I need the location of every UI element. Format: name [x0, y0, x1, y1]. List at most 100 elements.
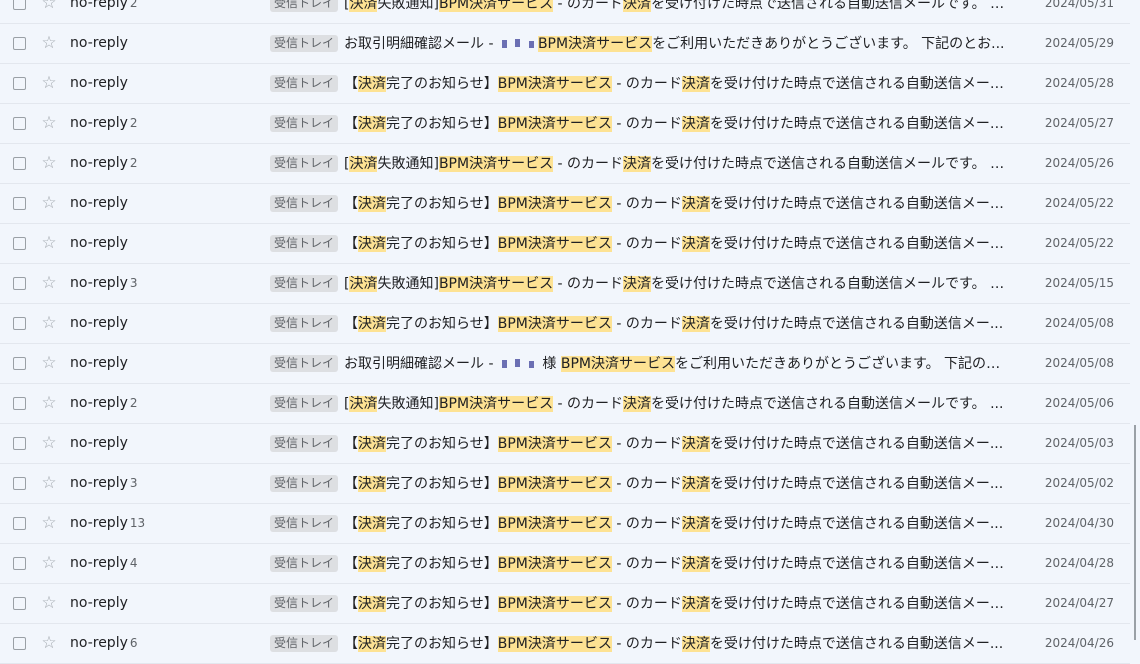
- search-highlight: 決済: [681, 316, 710, 332]
- subject-text: を受け付けた時点で送信される自動送信メール...: [709, 116, 1012, 132]
- search-highlight: BPM決済サービス: [537, 36, 653, 52]
- checkbox-icon[interactable]: [13, 197, 26, 210]
- email-row[interactable]: ☆ no-reply 受信トレイ お取引明細確認メール - 様 BPM決済サービスをご…: [0, 344, 1130, 384]
- subject-text: 【: [344, 636, 358, 652]
- search-highlight: 決済: [358, 556, 386, 572]
- inbox-label-badge[interactable]: 受信トレイ: [270, 235, 339, 252]
- inbox-label-badge[interactable]: 受信トレイ: [270, 355, 339, 372]
- email-row[interactable]: ☆ no-reply 2 受信トレイ [決済失敗通知]BPM決済サービス - のカード決…: [0, 384, 1130, 424]
- received-date: 2024/05/02: [1044, 476, 1114, 490]
- checkbox-icon[interactable]: [13, 77, 26, 90]
- checkbox-icon[interactable]: [13, 117, 26, 130]
- star-icon[interactable]: ☆: [40, 514, 58, 532]
- email-row[interactable]: ☆ no-reply 受信トレイ 【決済完了のお知らせ】BPM決済サービス - のカー…: [0, 64, 1130, 104]
- search-highlight: 決済: [349, 396, 378, 412]
- email-row[interactable]: ☆ no-reply 6 受信トレイ 【決済完了のお知らせ】BPM決済サービス - のカ…: [0, 624, 1130, 664]
- subject-snippet: [決済失敗通知]BPM決済サービス - のカード決済を受け付けた時点で送信される…: [344, 394, 1012, 414]
- sender: no-reply 2: [70, 395, 138, 411]
- inbox-label-badge[interactable]: 受信トレイ: [270, 0, 339, 12]
- inbox-label-badge[interactable]: 受信トレイ: [270, 75, 339, 92]
- received-date: 2024/05/31: [1044, 0, 1114, 10]
- inbox-label-badge[interactable]: 受信トレイ: [270, 395, 339, 412]
- star-icon[interactable]: ☆: [40, 114, 58, 132]
- scrollbar[interactable]: [1134, 425, 1136, 640]
- inbox-label-badge[interactable]: 受信トレイ: [270, 155, 339, 172]
- email-row[interactable]: ☆ no-reply 2 受信トレイ [決済失敗通知]BPM決済サービス - のカード決…: [0, 0, 1130, 24]
- star-icon[interactable]: ☆: [40, 434, 58, 452]
- checkbox-icon[interactable]: [13, 637, 26, 650]
- email-row[interactable]: ☆ no-reply 受信トレイ 【決済完了のお知らせ】BPM決済サービス - のカー…: [0, 304, 1130, 344]
- checkbox-icon[interactable]: [13, 237, 26, 250]
- inbox-label-badge[interactable]: 受信トレイ: [270, 515, 339, 532]
- star-icon[interactable]: ☆: [40, 474, 58, 492]
- star-icon[interactable]: ☆: [40, 34, 58, 52]
- star-icon[interactable]: ☆: [40, 594, 58, 612]
- search-highlight: 決済: [681, 236, 710, 252]
- email-row[interactable]: ☆ no-reply 2 受信トレイ [決済失敗通知]BPM決済サービス - のカード決…: [0, 144, 1130, 184]
- email-row[interactable]: ☆ no-reply 13 受信トレイ 【決済完了のお知らせ】BPM決済サービス - の…: [0, 504, 1130, 544]
- checkbox-icon[interactable]: [13, 157, 26, 170]
- received-date: 2024/04/27: [1044, 596, 1114, 610]
- email-row[interactable]: ☆ no-reply 受信トレイ 【決済完了のお知らせ】BPM決済サービス - のカー…: [0, 424, 1130, 464]
- checkbox-icon[interactable]: [13, 597, 26, 610]
- checkbox-icon[interactable]: [13, 557, 26, 570]
- star-icon[interactable]: ☆: [40, 154, 58, 172]
- star-icon[interactable]: ☆: [40, 274, 58, 292]
- inbox-label-badge[interactable]: 受信トレイ: [270, 475, 339, 492]
- star-icon[interactable]: ☆: [40, 554, 58, 572]
- checkbox-icon[interactable]: [13, 317, 26, 330]
- email-row[interactable]: ☆ no-reply 2 受信トレイ 【決済完了のお知らせ】BPM決済サービス - のカ…: [0, 104, 1130, 144]
- received-date: 2024/05/08: [1044, 316, 1114, 330]
- star-icon[interactable]: ☆: [40, 74, 58, 92]
- email-row[interactable]: ☆ no-reply 受信トレイ 【決済完了のお知らせ】BPM決済サービス - のカー…: [0, 224, 1130, 264]
- subject-snippet: 【決済完了のお知らせ】BPM決済サービス - のカード決済を受け付けた時点で送信…: [344, 74, 1012, 94]
- search-highlight: 決済: [681, 76, 710, 92]
- inbox-label-badge[interactable]: 受信トレイ: [270, 435, 339, 452]
- checkbox-icon[interactable]: [13, 477, 26, 490]
- received-date: 2024/05/15: [1044, 276, 1114, 290]
- checkbox-icon[interactable]: [13, 397, 26, 410]
- subject-text: - のカード: [611, 236, 682, 252]
- email-row[interactable]: ☆ no-reply 受信トレイ お取引明細確認メール - BPM決済サービスをご利用…: [0, 24, 1130, 64]
- inbox-label-badge[interactable]: 受信トレイ: [270, 195, 339, 212]
- thread-count: 3: [129, 476, 138, 490]
- inbox-label-badge[interactable]: 受信トレイ: [270, 315, 339, 332]
- thread-count: 6: [129, 636, 138, 650]
- subject-snippet: 【決済完了のお知らせ】BPM決済サービス - のカード決済を受け付けた時点で送信…: [344, 474, 1012, 494]
- inbox-label-badge[interactable]: 受信トレイ: [270, 635, 339, 652]
- star-icon[interactable]: ☆: [40, 0, 58, 12]
- inbox-label-badge[interactable]: 受信トレイ: [270, 115, 339, 132]
- star-icon[interactable]: ☆: [40, 314, 58, 332]
- sender-name: no-reply: [70, 235, 128, 251]
- inbox-label-badge[interactable]: 受信トレイ: [270, 595, 339, 612]
- inbox-label-badge[interactable]: 受信トレイ: [270, 555, 339, 572]
- email-row[interactable]: ☆ no-reply 受信トレイ 【決済完了のお知らせ】BPM決済サービス - のカー…: [0, 584, 1130, 624]
- subject-text: を受け付けた時点で送信される自動送信メー...: [709, 636, 1004, 652]
- subject-snippet: 【決済完了のお知らせ】BPM決済サービス - のカード決済を受け付けた時点で送信…: [344, 194, 1012, 214]
- checkbox-icon[interactable]: [13, 437, 26, 450]
- star-icon[interactable]: ☆: [40, 394, 58, 412]
- email-row[interactable]: ☆ no-reply 3 受信トレイ [決済失敗通知]BPM決済サービス - のカード決…: [0, 264, 1130, 304]
- star-icon[interactable]: ☆: [40, 194, 58, 212]
- search-highlight: BPM決済サービス: [560, 356, 675, 372]
- email-row[interactable]: ☆ no-reply 受信トレイ 【決済完了のお知らせ】BPM決済サービス - のカー…: [0, 184, 1130, 224]
- checkbox-icon[interactable]: [13, 517, 26, 530]
- star-icon[interactable]: ☆: [40, 354, 58, 372]
- checkbox-icon[interactable]: [13, 277, 26, 290]
- subject-snippet: 【決済完了のお知らせ】BPM決済サービス - のカード決済を受け付けた時点で送信…: [344, 514, 1012, 534]
- checkbox-icon[interactable]: [13, 37, 26, 50]
- checkbox-icon[interactable]: [13, 357, 26, 370]
- email-row[interactable]: ☆ no-reply 3 受信トレイ 【決済完了のお知らせ】BPM決済サービス - のカ…: [0, 464, 1130, 504]
- checkbox-icon[interactable]: [13, 0, 26, 10]
- star-icon[interactable]: ☆: [40, 234, 58, 252]
- subject-text: 完了のお知らせ】: [386, 596, 498, 612]
- star-icon[interactable]: ☆: [40, 634, 58, 652]
- received-date: 2024/05/08: [1044, 356, 1114, 370]
- sender: no-reply: [70, 75, 128, 91]
- email-row[interactable]: ☆ no-reply 4 受信トレイ 【決済完了のお知らせ】BPM決済サービス - のカ…: [0, 544, 1130, 584]
- search-highlight: 決済: [358, 76, 386, 92]
- subject-text: 完了のお知らせ】: [386, 196, 498, 212]
- inbox-label-badge[interactable]: 受信トレイ: [270, 275, 339, 292]
- inbox-label-badge[interactable]: 受信トレイ: [270, 35, 339, 52]
- subject-text: を受け付けた時点で送信される自動送信メール...: [709, 236, 1012, 252]
